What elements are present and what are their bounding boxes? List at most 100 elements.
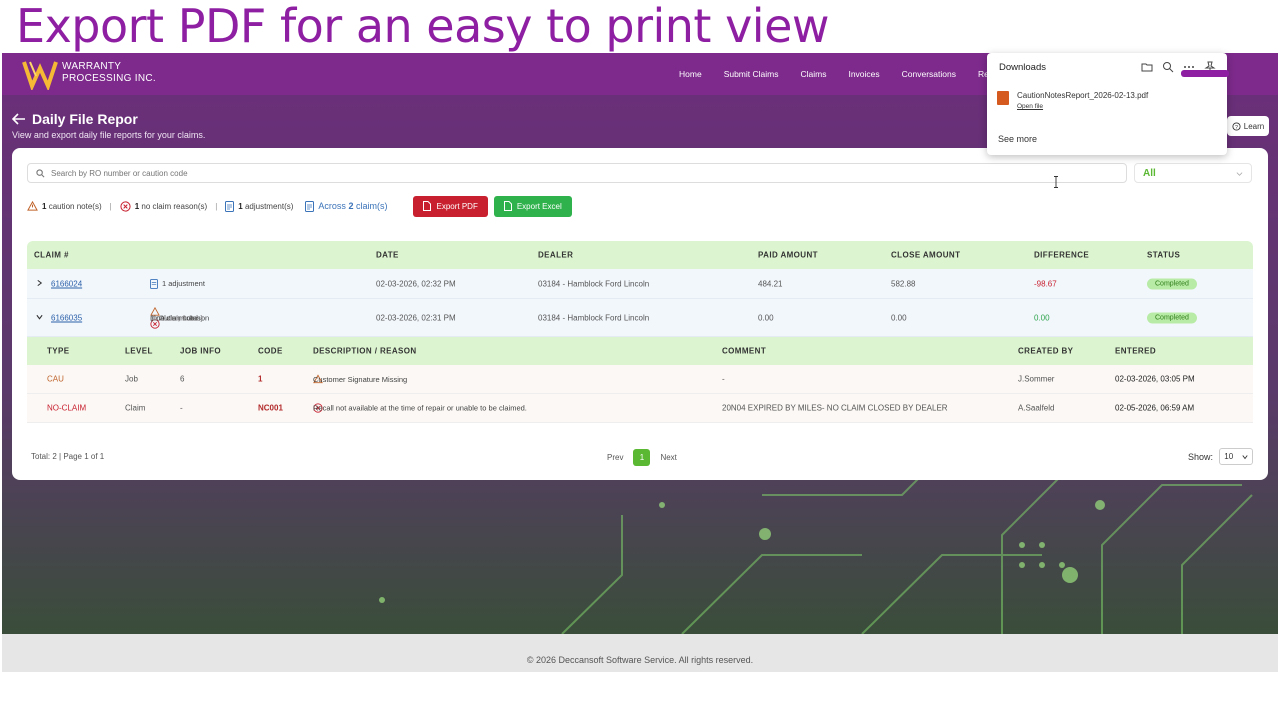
table-row[interactable]: 6166024 1 adjustment 02-03-2026, 02:32 P… (27, 269, 1253, 299)
type-cell: NO-CLAIM (47, 403, 87, 413)
col-date: DATE (376, 250, 399, 260)
sub-col-level: LEVEL (125, 346, 153, 356)
across-count: 2 (348, 201, 354, 211)
comment-cell: 20N04 EXPIRED BY MILES- NO CLAIM CLOSED … (722, 403, 948, 413)
download-filename: CautionNotesReport_2026-02-13.pdf (1017, 91, 1149, 100)
help-circle-icon: ? (1232, 121, 1241, 130)
across-post: claim(s) (355, 201, 388, 211)
sub-col-entered: ENTERED (1115, 346, 1157, 356)
svg-text:?: ? (1235, 124, 1238, 130)
document-icon (225, 200, 235, 212)
caution-count: 1 (42, 201, 47, 211)
learn-label: Learn (1243, 121, 1265, 131)
pdf-file-icon (997, 91, 1009, 105)
nav-links: Home Submit Claims Claims Invoices Conve… (679, 69, 1016, 79)
export-pdf-label: Export PDF (436, 201, 478, 211)
page-size-value: 10 (1224, 452, 1234, 461)
separator: | (215, 201, 218, 211)
highlight-mark (1181, 70, 1229, 77)
separator: | (109, 201, 112, 211)
search-input[interactable] (51, 168, 951, 178)
document-icon (150, 278, 158, 289)
copyright-text: © 2026 Deccansoft Software Service. All … (526, 655, 754, 665)
filter-select[interactable]: All (1134, 163, 1252, 183)
document-icon (305, 200, 315, 212)
nav-invoices[interactable]: Invoices (848, 69, 879, 79)
paid-cell: 484.21 (758, 279, 783, 288)
video-caption: Export PDF for an easy to print view (16, 0, 830, 53)
level-cell: Claim (125, 403, 146, 413)
noclaim-summary: 1 no claim reason(s) (120, 200, 207, 212)
brand-line-2: PROCESSING INC. (62, 73, 156, 84)
export-pdf-button[interactable]: Export PDF (413, 195, 488, 217)
open-file-link[interactable]: Open file (1017, 103, 1148, 110)
nav-submit-claims[interactable]: Submit Claims (724, 69, 779, 79)
learn-button[interactable]: ? Learn (1227, 116, 1269, 136)
search-icon[interactable] (1162, 61, 1174, 73)
noclaim-note: 1 no claim reason (1 Claim, 0 Job) (150, 313, 209, 329)
job-cell: 6 (180, 374, 185, 384)
page-title-text: Daily File Repor (32, 111, 138, 127)
claim-link[interactable]: 6166035 (51, 313, 82, 322)
status-badge: Completed (1147, 278, 1197, 289)
downloads-panel: Downloads CautionNotesReport_2026-02-13.… (987, 53, 1229, 155)
chevron-down-icon[interactable] (36, 313, 43, 322)
chevron-down-icon (1242, 454, 1248, 459)
chevron-down-icon (1236, 171, 1243, 176)
adjustment-text: 1 adjustment (162, 279, 205, 288)
chevron-right-icon[interactable] (36, 279, 43, 288)
row-notes: 1 caution note (0 Claim, 1 Job) 1 no cla… (150, 306, 209, 329)
total-text: Total: 2 | Page 1 of 1 (31, 452, 105, 461)
prev-button[interactable]: Prev (607, 453, 623, 462)
page-1-button[interactable]: 1 (633, 448, 651, 466)
page-subtitle: View and export daily file reports for y… (12, 130, 206, 140)
download-item[interactable]: CautionNotesReport_2026-02-13.pdf Open f… (997, 91, 1148, 110)
brand-line-1: WARRANTY (62, 61, 122, 72)
description-cell: Customer Signature Missing (313, 374, 407, 384)
downloads-title: Downloads (999, 62, 1046, 73)
logo-icon (22, 61, 58, 90)
export-excel-button[interactable]: Export Excel (493, 195, 572, 217)
page-size-select[interactable]: 10 (1219, 448, 1253, 465)
back-arrow-icon[interactable] (12, 112, 26, 126)
brand-name: WARRANTY PROCESSING INC. (62, 61, 156, 85)
level-cell: Job (125, 374, 138, 384)
col-claim: CLAIM # (34, 250, 69, 260)
detail-table-header: TYPE LEVEL JOB INFO CODE DESCRIPTION / R… (27, 337, 1253, 365)
date-cell: 02-03-2026, 02:31 PM (376, 313, 456, 322)
footer: © 2026 Deccansoft Software Service. All … (2, 634, 1278, 672)
dealer-cell: 03184 - Hamblock Ford Lincoln (538, 279, 650, 288)
noclaim-count: 1 (134, 201, 140, 211)
folder-icon[interactable] (1141, 61, 1153, 73)
report-card: All 1 caution note(s) | 1 no claim reaso… (12, 148, 1268, 480)
caution-text: caution note(s) (48, 201, 102, 211)
table-row[interactable]: 6166035 1 caution note (0 Claim, 1 Job) … (27, 299, 1253, 337)
nav-claims[interactable]: Claims (800, 69, 826, 79)
close-cell: 582.88 (891, 279, 916, 288)
adjust-text: adjustment(s) (244, 201, 294, 211)
next-button[interactable]: Next (660, 453, 676, 462)
across-pre: Across (318, 201, 346, 211)
nav-home[interactable]: Home (679, 69, 702, 79)
warning-icon (27, 201, 38, 211)
page-header: Daily File Repor View and export daily f… (12, 111, 205, 140)
search-icon (36, 168, 45, 177)
adjust-count: 1 (238, 201, 243, 211)
sub-col-job: JOB INFO (180, 346, 221, 356)
adjustment-note: 1 adjustment (150, 278, 205, 289)
page-size: Show: 10 (1188, 448, 1253, 465)
claim-link[interactable]: 6166024 (51, 279, 82, 288)
see-more-link[interactable]: See more (998, 134, 1037, 144)
nav-conversations[interactable]: Conversations (902, 69, 956, 79)
sub-col-description: DESCRIPTION / REASON (313, 346, 417, 356)
description-text: Recall not available at the time of repa… (313, 403, 527, 413)
col-difference: DIFFERENCE (1034, 250, 1090, 260)
type-cell: CAU (47, 374, 64, 384)
export-excel-label: Export Excel (516, 201, 562, 211)
detail-row: NO-CLAIM Claim - NC001 Recall not availa… (27, 394, 1253, 423)
file-icon (423, 201, 432, 211)
search-box[interactable] (27, 163, 1127, 183)
sub-col-created-by: CREATED BY (1018, 346, 1074, 356)
summary-bar: 1 caution note(s) | 1 no claim reason(s)… (27, 195, 572, 217)
text-cursor-icon (1054, 176, 1058, 188)
